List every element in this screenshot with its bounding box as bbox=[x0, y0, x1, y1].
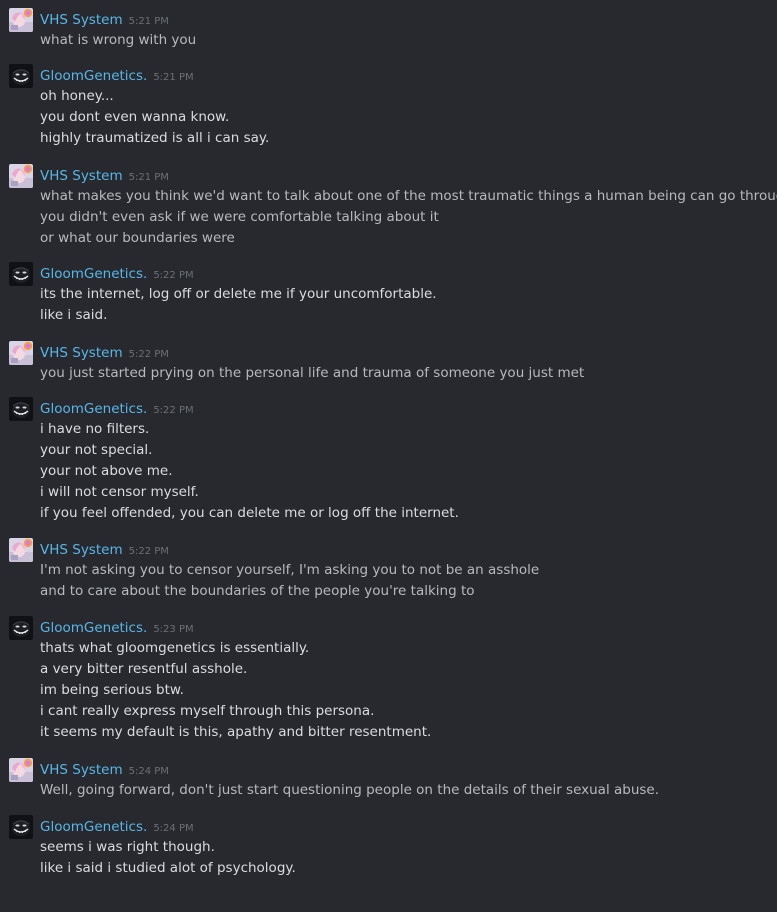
message-header: VHS System 5:21 PM bbox=[40, 8, 777, 30]
message-header: GloomGenetics. 5:21 PM bbox=[40, 64, 777, 86]
message-line: like i said i studied alot of psychology… bbox=[40, 860, 296, 876]
message-body: thats what gloomgenetics is essentially.… bbox=[40, 638, 777, 743]
message-header: VHS System 5:22 PM bbox=[40, 341, 777, 363]
message-body: i have no filters. your not special. your … bbox=[40, 419, 777, 524]
message-group: GloomGenetics. 5:21 PM oh honey... you dont… bbox=[0, 64, 777, 149]
message-group: VHS System 5:24 PM Well, going forward, do… bbox=[0, 758, 777, 801]
message-group: VHS System 5:22 PM you just started prying… bbox=[0, 341, 777, 384]
username[interactable]: VHS System bbox=[40, 762, 123, 778]
username[interactable]: GloomGenetics. bbox=[40, 68, 147, 84]
gloomgenetics-avatar-icon[interactable] bbox=[9, 616, 33, 640]
message-body: I'm not asking you to censor yourself, I… bbox=[40, 560, 777, 602]
gloomgenetics-avatar-icon[interactable] bbox=[9, 397, 33, 421]
vhs-system-avatar-icon[interactable] bbox=[9, 8, 33, 32]
message-group: GloomGenetics. 5:24 PM seems i was right t… bbox=[0, 815, 777, 879]
message-line: oh honey... bbox=[40, 88, 114, 104]
message-body: seems i was right though. like i said i s… bbox=[40, 837, 777, 879]
message-header: GloomGenetics. 5:22 PM bbox=[40, 262, 777, 284]
message-body: what is wrong with you bbox=[40, 30, 777, 51]
username[interactable]: GloomGenetics. bbox=[40, 266, 147, 282]
message-header: VHS System 5:22 PM bbox=[40, 538, 777, 560]
message-line: im being serious btw. bbox=[40, 682, 184, 698]
timestamp: 5:24 PM bbox=[153, 823, 194, 834]
message-group: GloomGenetics. 5:23 PM thats what gloomgen… bbox=[0, 616, 777, 743]
message-line: it seems my default is this, apathy and … bbox=[40, 724, 432, 740]
username[interactable]: VHS System bbox=[40, 345, 123, 361]
message-line: and to care about the boundaries of the … bbox=[40, 583, 475, 599]
message-body: you just started prying on the personal … bbox=[40, 363, 777, 384]
message-header: VHS System 5:21 PM bbox=[40, 164, 777, 186]
timestamp: 5:22 PM bbox=[153, 405, 194, 416]
gloomgenetics-avatar-icon[interactable] bbox=[9, 262, 33, 286]
username[interactable]: VHS System bbox=[40, 168, 123, 184]
gloomgenetics-avatar-icon[interactable] bbox=[9, 64, 33, 88]
message-line: i will not censor myself. bbox=[40, 484, 199, 500]
message-line: its the internet, log off or delete me i… bbox=[40, 286, 437, 302]
username[interactable]: VHS System bbox=[40, 542, 123, 558]
username[interactable]: GloomGenetics. bbox=[40, 620, 147, 636]
timestamp: 5:21 PM bbox=[128, 172, 169, 183]
message-line: what makes you think we'd want to talk a… bbox=[40, 188, 777, 204]
message-line: I'm not asking you to censor yourself, I… bbox=[40, 562, 540, 578]
message-line: Well, going forward, don't just start qu… bbox=[40, 782, 660, 798]
message-group: VHS System 5:22 PM I'm not asking you to c… bbox=[0, 538, 777, 602]
timestamp: 5:22 PM bbox=[153, 270, 194, 281]
message-body: its the internet, log off or delete me i… bbox=[40, 284, 777, 326]
message-line: i have no filters. bbox=[40, 421, 150, 437]
message-group: VHS System 5:21 PM what is wrong with you bbox=[0, 8, 777, 51]
timestamp: 5:24 PM bbox=[128, 766, 169, 777]
timestamp: 5:22 PM bbox=[128, 349, 169, 360]
message-line: seems i was right though. bbox=[40, 839, 215, 855]
message-header: GloomGenetics. 5:24 PM bbox=[40, 815, 777, 837]
message-body: oh honey... you dont even wanna know. high… bbox=[40, 86, 777, 149]
message-line: you just started prying on the personal … bbox=[40, 365, 585, 381]
message-group: VHS System 5:21 PM what makes you think we… bbox=[0, 164, 777, 249]
message-line: if you feel offended, you can delete me … bbox=[40, 505, 459, 521]
message-line: you didn't even ask if we were comfortab… bbox=[40, 209, 439, 225]
vhs-system-avatar-icon[interactable] bbox=[9, 341, 33, 365]
message-group: GloomGenetics. 5:22 PM i have no filters. y… bbox=[0, 397, 777, 524]
message-body: what makes you think we'd want to talk a… bbox=[40, 186, 777, 249]
message-line: or what our boundaries were bbox=[40, 230, 235, 246]
message-header: GloomGenetics. 5:23 PM bbox=[40, 616, 777, 638]
message-line: like i said. bbox=[40, 307, 108, 323]
message-line: i cant really express myself through thi… bbox=[40, 703, 375, 719]
message-group: GloomGenetics. 5:22 PM its the internet, l… bbox=[0, 262, 777, 326]
gloomgenetics-avatar-icon[interactable] bbox=[9, 815, 33, 839]
vhs-system-avatar-icon[interactable] bbox=[9, 164, 33, 188]
username[interactable]: VHS System bbox=[40, 12, 123, 28]
message-line: highly traumatized is all i can say. bbox=[40, 130, 270, 146]
timestamp: 5:21 PM bbox=[128, 16, 169, 27]
message-line: you dont even wanna know. bbox=[40, 109, 230, 125]
chat-log: VHS System 5:21 PM what is wrong with you … bbox=[0, 0, 777, 912]
message-header: VHS System 5:24 PM bbox=[40, 758, 777, 780]
message-body: Well, going forward, don't just start qu… bbox=[40, 780, 777, 801]
timestamp: 5:23 PM bbox=[153, 624, 194, 635]
vhs-system-avatar-icon[interactable] bbox=[9, 758, 33, 782]
message-line: your not above me. bbox=[40, 463, 173, 479]
message-line: what is wrong with you bbox=[40, 32, 197, 48]
timestamp: 5:21 PM bbox=[153, 72, 194, 83]
username[interactable]: GloomGenetics. bbox=[40, 819, 147, 835]
vhs-system-avatar-icon[interactable] bbox=[9, 538, 33, 562]
timestamp: 5:22 PM bbox=[128, 546, 169, 557]
message-line: your not special. bbox=[40, 442, 153, 458]
message-line: a very bitter resentful asshole. bbox=[40, 661, 248, 677]
message-line: thats what gloomgenetics is essentially. bbox=[40, 640, 310, 656]
username[interactable]: GloomGenetics. bbox=[40, 401, 147, 417]
message-header: GloomGenetics. 5:22 PM bbox=[40, 397, 777, 419]
